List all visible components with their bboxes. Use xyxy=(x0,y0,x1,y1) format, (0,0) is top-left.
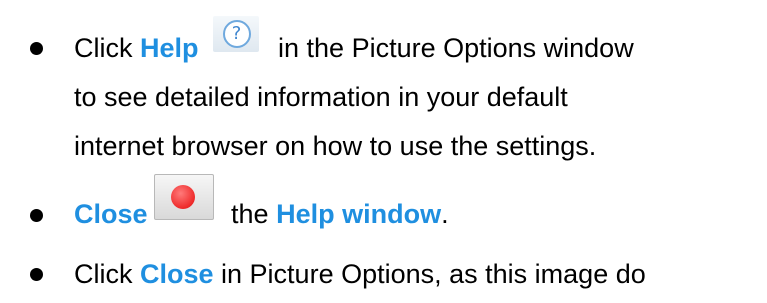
item-1-line-3: internet browser on how to use the setti… xyxy=(74,131,597,161)
item-1-line-1: Click Help? in the Picture Options windo… xyxy=(74,16,634,66)
item-2-line: Close the Help window. xyxy=(74,174,449,232)
red-dot-icon xyxy=(170,185,195,209)
item-3-text-after: in Picture Options, as this image do xyxy=(213,259,646,289)
document-page: Click Help? in the Picture Options windo… xyxy=(0,0,767,303)
close-label-2: Close xyxy=(140,259,214,289)
bullet-1 xyxy=(30,42,43,55)
question-mark-icon: ? xyxy=(222,20,251,48)
help-question-icon: ? xyxy=(205,16,265,66)
item-3-text-before: Click xyxy=(74,259,140,289)
bullet-2 xyxy=(30,209,43,222)
item-1-text-after: in the Picture Options window xyxy=(270,33,634,63)
item-3-line: Click Close in Picture Options, as this … xyxy=(74,256,646,292)
bullet-3 xyxy=(30,268,43,281)
item-2-text-end: . xyxy=(441,199,449,229)
help-window-label: Help window xyxy=(276,199,442,229)
close-label: Close xyxy=(74,199,148,229)
item-1-line-2: to see detailed information in your defa… xyxy=(74,82,568,112)
item-2-text-mid: the xyxy=(223,199,277,229)
close-red-button-icon xyxy=(153,174,216,232)
item-1-text-before: Click xyxy=(74,33,140,63)
help-label: Help xyxy=(140,33,199,63)
